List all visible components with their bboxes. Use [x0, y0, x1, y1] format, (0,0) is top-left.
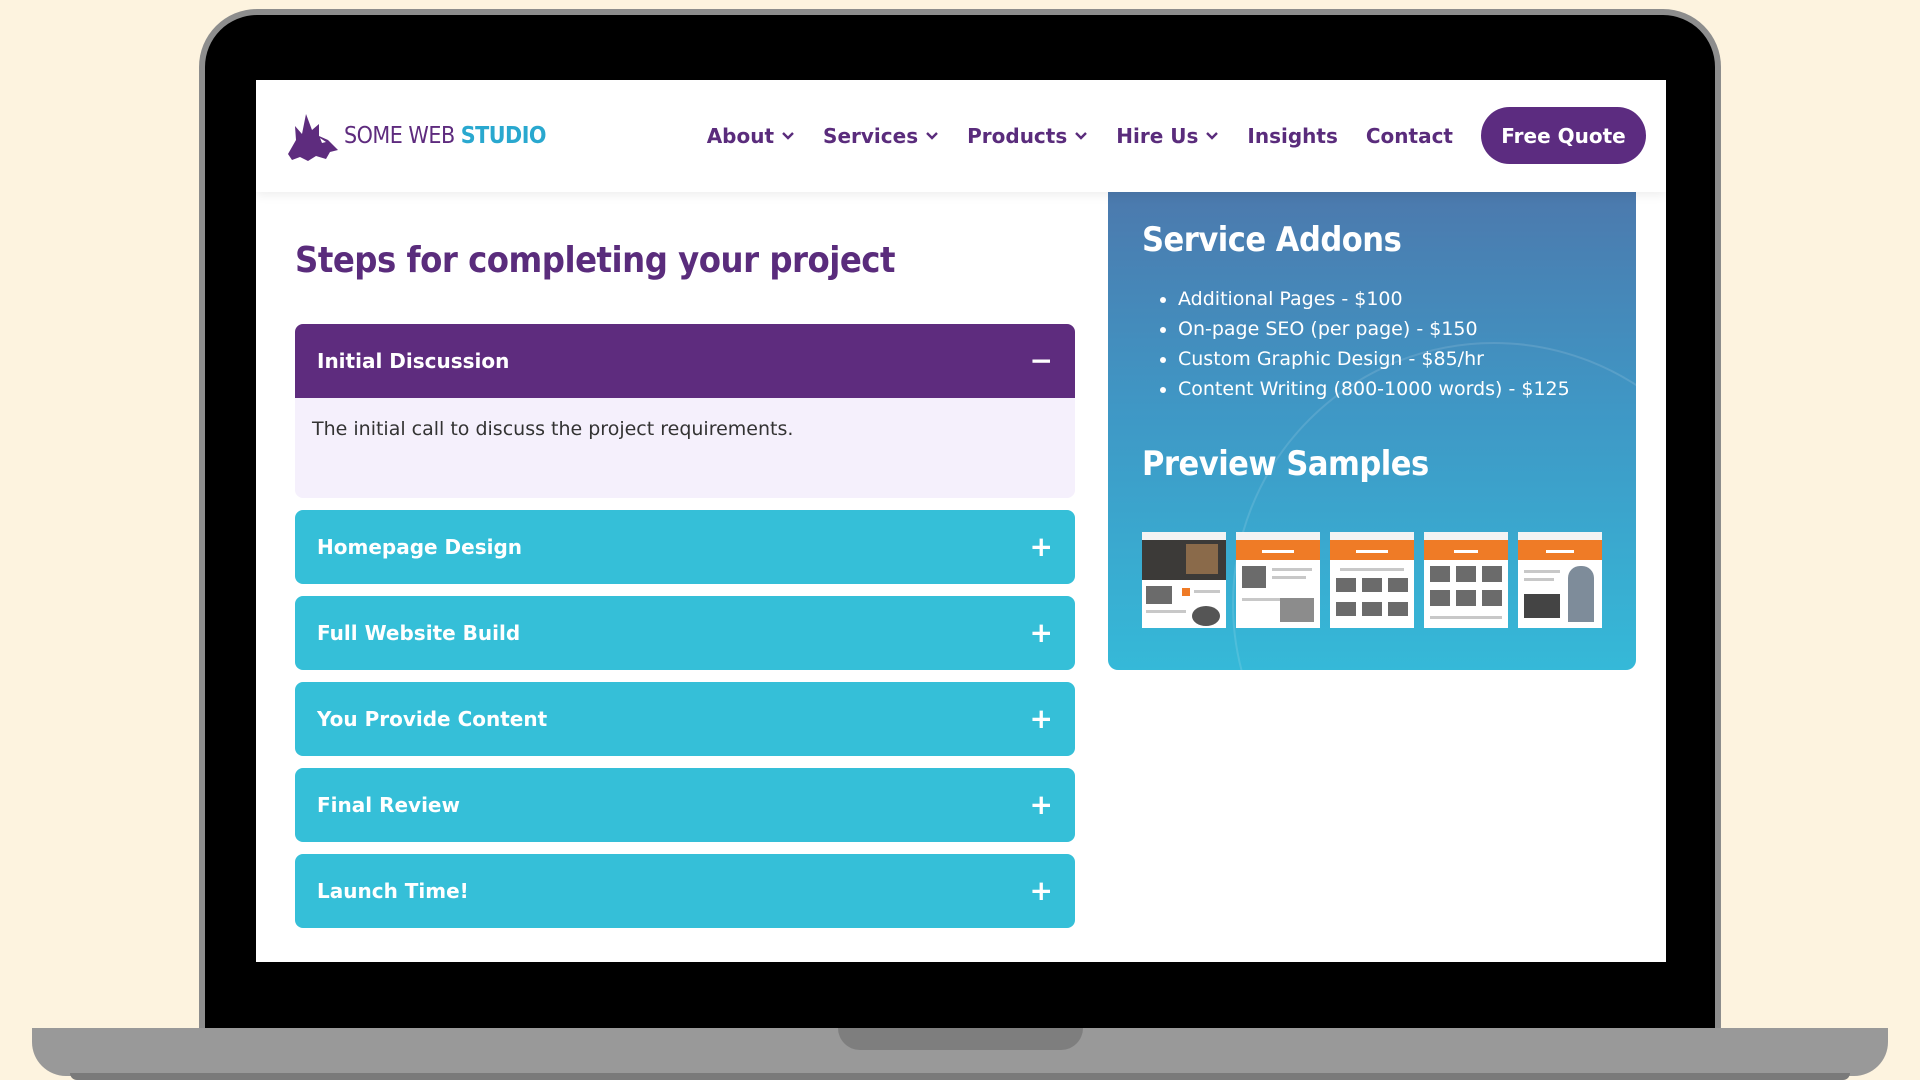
- nav-item-label: Products: [967, 123, 1068, 148]
- main-nav: About Services Products Hire Us Insights…: [679, 107, 1646, 164]
- service-addons-panel: Service Addons Additional Pages - $100 O…: [1108, 192, 1636, 670]
- chevron-down-icon: [782, 131, 794, 140]
- logo-text-primary: SOME WEB: [344, 123, 461, 149]
- accordion-item-you-provide-content: You Provide Content +: [295, 682, 1075, 756]
- preview-sample-thumbnail[interactable]: [1330, 532, 1414, 628]
- chevron-down-icon: [1075, 131, 1088, 140]
- accordion-item-launch-time: Launch Time! +: [295, 854, 1075, 928]
- accordion-item-full-website-build: Full Website Build +: [295, 596, 1075, 670]
- minus-icon[interactable]: −: [1030, 347, 1053, 375]
- chevron-down-icon: [926, 131, 938, 140]
- site-logo[interactable]: SOME WEB STUDIO: [286, 110, 547, 162]
- logo-text-studio: STUDIO: [460, 123, 547, 149]
- accordion-title: Initial Discussion: [317, 349, 510, 373]
- addons-list: Additional Pages - $100 On-page SEO (per…: [1142, 284, 1570, 404]
- accordion-title: You Provide Content: [317, 707, 548, 731]
- preview-sample-thumbnail[interactable]: [1424, 532, 1508, 628]
- plus-icon[interactable]: +: [1030, 533, 1053, 561]
- steps-accordion: Initial Discussion − The initial call to…: [295, 324, 1075, 940]
- accordion-title: Homepage Design: [317, 535, 523, 559]
- addon-item: Additional Pages - $100: [1178, 284, 1570, 314]
- free-quote-button[interactable]: Free Quote: [1481, 107, 1646, 164]
- chevron-down-icon: [1206, 131, 1219, 140]
- plus-icon[interactable]: +: [1030, 619, 1053, 647]
- addon-item: Content Writing (800-1000 words) - $125: [1178, 374, 1570, 404]
- plus-icon[interactable]: +: [1030, 705, 1053, 733]
- addon-item: On-page SEO (per page) - $150: [1178, 314, 1570, 344]
- plus-icon[interactable]: +: [1030, 791, 1053, 819]
- accordion-header[interactable]: Launch Time! +: [295, 854, 1075, 928]
- accordion-header[interactable]: Full Website Build +: [295, 596, 1075, 670]
- nav-item-hire-us[interactable]: Hire Us: [1116, 124, 1219, 148]
- accordion-header[interactable]: Homepage Design +: [295, 510, 1075, 584]
- laptop-base-edge: [70, 1073, 1850, 1080]
- preview-sample-thumbnail[interactable]: [1236, 532, 1320, 628]
- plus-icon[interactable]: +: [1030, 877, 1053, 905]
- accordion-item-homepage-design: Homepage Design +: [295, 510, 1075, 584]
- nav-item-about[interactable]: About: [707, 124, 795, 148]
- accordion-header[interactable]: Final Review +: [295, 768, 1075, 842]
- nav-item-contact[interactable]: Contact: [1366, 124, 1453, 148]
- laptop-screen: SOME WEB STUDIO About Services Products …: [256, 80, 1666, 962]
- accordion-title: Final Review: [317, 793, 460, 817]
- accordion-item-final-review: Final Review +: [295, 768, 1075, 842]
- nav-item-label: Contact: [1365, 123, 1453, 148]
- preview-samples-heading: Preview Samples: [1142, 444, 1429, 484]
- preview-sample-thumbnail[interactable]: [1142, 532, 1226, 628]
- accordion-title: Full Website Build: [317, 621, 521, 645]
- logo-wordmark: SOME WEB STUDIO: [344, 123, 547, 149]
- wolf-logo-icon: [288, 114, 338, 161]
- nav-item-products[interactable]: Products: [967, 124, 1088, 148]
- nav-item-label: Hire Us: [1116, 123, 1199, 148]
- nav-item-insights[interactable]: Insights: [1247, 124, 1337, 148]
- accordion-body: The initial call to discuss the project …: [295, 398, 1075, 498]
- accordion-header[interactable]: Initial Discussion −: [295, 324, 1075, 398]
- accordion-header[interactable]: You Provide Content +: [295, 682, 1075, 756]
- service-addons-heading: Service Addons: [1142, 220, 1402, 260]
- site-header: SOME WEB STUDIO About Services Products …: [256, 80, 1666, 192]
- nav-item-services[interactable]: Services: [823, 124, 939, 148]
- preview-sample-thumbnail[interactable]: [1518, 532, 1602, 628]
- steps-heading: Steps for completing your project: [295, 240, 895, 281]
- accordion-title: Launch Time!: [317, 879, 469, 903]
- nav-item-label: Insights: [1247, 123, 1338, 148]
- nav-item-label: Services: [823, 123, 919, 148]
- laptop-notch: [838, 1028, 1083, 1050]
- addon-item: Custom Graphic Design - $85/hr: [1178, 344, 1570, 374]
- nav-item-label: About: [706, 123, 775, 148]
- preview-samples-gallery: [1142, 532, 1612, 628]
- accordion-item-initial-discussion: Initial Discussion − The initial call to…: [295, 324, 1075, 498]
